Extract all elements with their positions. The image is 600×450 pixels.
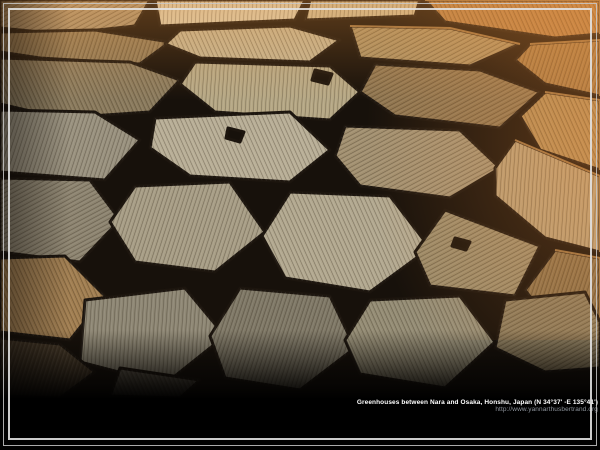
caption-band: Greenhouses between Nara and Osaka, Hons…	[0, 398, 600, 450]
caption: Greenhouses between Nara and Osaka, Hons…	[357, 399, 598, 413]
bottom-fade	[0, 330, 600, 400]
sunlight-right-glow	[340, 0, 600, 340]
aerial-photo	[0, 0, 600, 400]
photo-caption: Greenhouses between Nara and Osaka, Hons…	[357, 399, 598, 406]
wallpaper: Greenhouses between Nara and Osaka, Hons…	[0, 0, 600, 450]
photo-credit-url: http://www.yannarthusbertrand.org	[357, 406, 598, 413]
